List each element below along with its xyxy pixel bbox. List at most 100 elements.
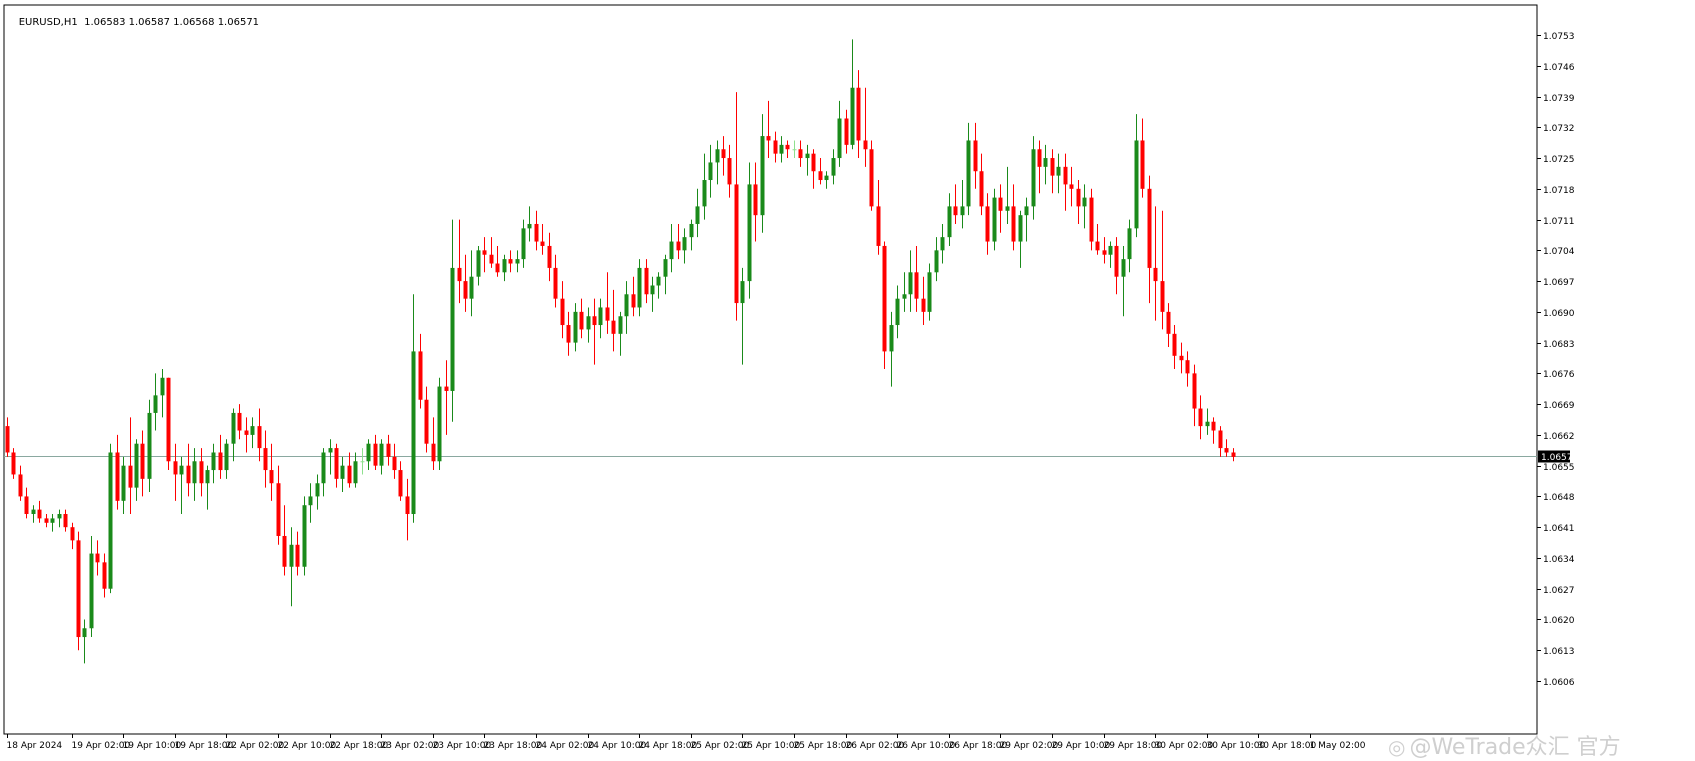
current-price-label: 1.0657 bbox=[1541, 453, 1573, 463]
y-tick-label: 1.0753 bbox=[1543, 32, 1575, 42]
candle-body-bear bbox=[282, 535, 287, 567]
candle-body-bear bbox=[811, 153, 816, 172]
x-tick-label: 23 Apr 18:00 bbox=[484, 741, 543, 751]
candle-body-bull bbox=[1005, 206, 1010, 211]
candle-body-bear bbox=[18, 474, 23, 497]
candle-body-bull bbox=[308, 496, 313, 506]
candlestick-chart-svg[interactable]: 1.0753 1.0746 1.0739 1.0732 1.0725 1.0718 1.07… bbox=[0, 0, 1695, 759]
candle-body-bull bbox=[1205, 421, 1210, 427]
plot-frame bbox=[3, 4, 1538, 735]
candle-body-bull bbox=[302, 505, 307, 567]
price-chart[interactable]: 1.0753 1.0746 1.0739 1.0732 1.0725 1.0718 1.07… bbox=[0, 0, 1695, 760]
candle-body-bull bbox=[573, 311, 578, 343]
candle-body-bear bbox=[792, 149, 797, 151]
y-tick-label: 1.0711 bbox=[1543, 217, 1575, 227]
candle-body-bear bbox=[166, 377, 171, 462]
candle-body-bull bbox=[147, 412, 152, 479]
candle-body-bear bbox=[566, 325, 571, 343]
candle-body-bear bbox=[508, 259, 513, 264]
candle-body-bull bbox=[740, 281, 745, 304]
weibo-icon: ◎ bbox=[1388, 735, 1406, 759]
y-tick-label: 1.0746 bbox=[1543, 63, 1575, 73]
candle-body-bull bbox=[1018, 215, 1023, 242]
candle-body-bear bbox=[534, 223, 539, 242]
x-tick-label: 24 Apr 18:00 bbox=[639, 741, 698, 751]
candle-body-bear bbox=[553, 267, 558, 299]
candle-body-bull bbox=[902, 294, 907, 299]
candle-body-bull bbox=[598, 307, 603, 326]
candle-body-bull bbox=[669, 241, 674, 260]
x-tick-label: 22 Apr 10:00 bbox=[278, 741, 337, 751]
candle-body-bear bbox=[237, 412, 242, 431]
candle-body-bull bbox=[50, 518, 55, 523]
candle-body-bull bbox=[340, 465, 345, 479]
candle-body-bull bbox=[1043, 158, 1048, 167]
candle-body-bull bbox=[715, 149, 720, 163]
candle-body-bear bbox=[1231, 452, 1236, 457]
candle-body-bull bbox=[747, 184, 752, 282]
candle-body-bull bbox=[411, 351, 416, 515]
candle-body-bear bbox=[592, 316, 597, 326]
candle-body-bear bbox=[115, 452, 120, 501]
candle-body-bull bbox=[450, 267, 455, 391]
candle-body-bear bbox=[5, 426, 10, 453]
candle-body-bear bbox=[785, 144, 790, 150]
candle-body-bear bbox=[798, 149, 803, 159]
candle-body-bear bbox=[921, 298, 926, 312]
candle-body-bull bbox=[224, 443, 229, 471]
candle-body-bull bbox=[624, 294, 629, 317]
candle-body-bear bbox=[424, 399, 429, 444]
y-tick-label: 1.0648 bbox=[1543, 493, 1575, 503]
candle-body-bear bbox=[1166, 311, 1171, 334]
candle-body-bull bbox=[89, 553, 94, 629]
candle-body-bull bbox=[1056, 166, 1061, 176]
candle-body-bear bbox=[1224, 448, 1229, 453]
candle-body-bear bbox=[186, 465, 191, 484]
candle-body-bull bbox=[702, 180, 707, 207]
candle-body-bear bbox=[44, 518, 49, 523]
candle-body-bear bbox=[140, 443, 145, 479]
candle-body-bull bbox=[708, 162, 713, 181]
candle-body-bear bbox=[998, 197, 1003, 211]
candle-body-bull bbox=[437, 386, 442, 462]
candle-body-bear bbox=[102, 562, 107, 589]
y-tick-label: 1.0732 bbox=[1543, 124, 1575, 134]
candle-body-bear bbox=[914, 272, 919, 299]
candle-body-bull bbox=[940, 237, 945, 251]
candle-body-bear bbox=[979, 171, 984, 207]
y-tick-label: 1.0606 bbox=[1543, 678, 1575, 688]
x-tick-label: 19 Apr 10:00 bbox=[123, 741, 182, 751]
candle-body-bull bbox=[231, 412, 236, 444]
candle-body-bear bbox=[734, 184, 739, 304]
ohlc-readout: 1.06583 1.06587 1.06568 1.06571 bbox=[84, 17, 260, 28]
candle-body-bear bbox=[1185, 360, 1190, 374]
candle-body-bear bbox=[63, 514, 68, 528]
candle-body-bear bbox=[128, 465, 133, 488]
candle-body-bear bbox=[334, 448, 339, 479]
candle-body-bear bbox=[457, 267, 462, 282]
x-tick-label: 29 Apr 02:00 bbox=[1000, 741, 1059, 751]
candle-body-bear bbox=[398, 470, 403, 497]
candle-body-bear bbox=[540, 241, 545, 246]
candle-body-bull bbox=[160, 377, 165, 396]
y-tick-label: 1.0704 bbox=[1543, 247, 1575, 257]
candle-body-bear bbox=[1198, 408, 1203, 427]
candle-body-bear bbox=[295, 544, 300, 567]
candle-body-bull bbox=[192, 461, 197, 484]
candle-body-bear bbox=[257, 426, 262, 449]
y-tick-label: 1.0641 bbox=[1543, 524, 1575, 534]
candle-body-bull bbox=[695, 206, 700, 224]
candle-body-bear bbox=[482, 250, 487, 255]
x-tick-label: 29 Apr 10:00 bbox=[1052, 741, 1111, 751]
candle-body-bear bbox=[1063, 166, 1068, 185]
y-tick-label: 1.0690 bbox=[1543, 309, 1575, 319]
candle-body-bear bbox=[1218, 430, 1223, 449]
candle-body-bear bbox=[1102, 250, 1107, 255]
x-tick-label: 1 May 02:00 bbox=[1310, 741, 1366, 751]
candle-body-bull bbox=[908, 272, 913, 295]
candle-body-bear bbox=[605, 307, 610, 321]
candle-body-bear bbox=[1095, 241, 1100, 251]
candle-body-bear bbox=[24, 496, 29, 515]
candle-body-bull bbox=[57, 514, 62, 519]
candle-body-bear bbox=[431, 443, 436, 462]
